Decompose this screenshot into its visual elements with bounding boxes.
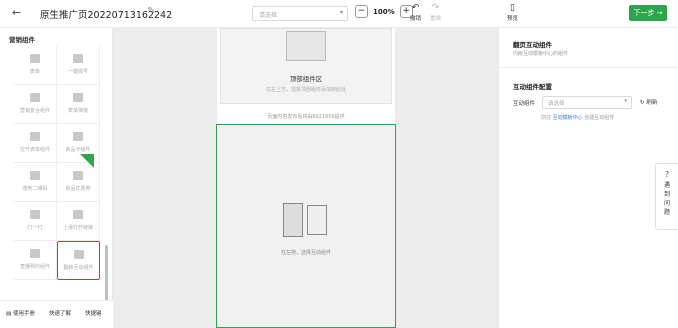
component-qrcode[interactable]: 落地二维码 [14,163,57,202]
tap-icon [30,210,40,219]
select-placeholder: 请选择 [548,101,565,107]
question-icon: ? [664,170,670,179]
pull-icon [30,132,40,141]
top-area-hint: 在左上方，选择顶部组件添加到此处 [265,87,346,93]
interactive-placeholder-icon [281,201,331,241]
component-swipe-link[interactable]: 上滑打开链接 [57,202,100,241]
swipe-icon [73,210,83,219]
undo-label: 撤销 [410,16,422,22]
component-live-booking[interactable]: 直播预约组件 [14,241,57,280]
component-panel: 营销组件 表单 一键拨号 营销复合组件 表单弹窗 拉升表单组件 商品卡组件 落地… [0,28,113,328]
page-select[interactable]: 请选择 ▾ [252,6,348,21]
form-icon [30,54,40,63]
manual-link[interactable]: ▤ 使用手册 [6,309,35,317]
undo-icon: ↶ [411,3,420,13]
coupon-icon [73,171,83,180]
top-component-area[interactable]: 顶部组件区 在左上方，选择顶部组件添加到此处 [220,28,392,104]
interactive-component-area[interactable]: 在左侧，选择互动组件 [216,124,396,328]
live-icon [30,249,40,258]
cart-icon [30,93,40,102]
edit-pencil-icon[interactable]: ✎ [147,6,155,17]
component-flip-interactive[interactable]: 翻转互动组件 [57,241,100,280]
template-center-link[interactable]: 互动模板中心 [553,115,583,121]
component-pull-form[interactable]: 拉升表单组件 [14,124,57,163]
component-tap[interactable]: 打一打 [14,202,57,241]
chevron-down-icon: ▾ [624,98,627,104]
panel-subheading: 内嵌互动模板中心的组件 [513,51,569,57]
book-icon: ▤ [6,311,13,317]
zoom-value: 100% [373,7,395,16]
panel-title: 营销组件 [9,36,35,44]
panel-scrollbar[interactable] [105,245,108,305]
component-coupon[interactable]: 商品优惠券 [57,163,100,202]
create-hint: 前往 互动模板中心 创建互动组件 [541,115,615,121]
flip-icon [73,250,84,259]
help-tab[interactable]: ? 遇到问题 [655,163,678,230]
shortcut-link[interactable]: 快捷键 [85,309,102,317]
component-call[interactable]: 一键拨号 [57,46,100,85]
field-label: 互动组件 [513,101,536,107]
page-left-icon [283,203,303,237]
redo-button[interactable]: ↷ 重做 [430,3,441,22]
zoom-control: − 100% + [355,5,413,18]
page-select-placeholder: 请选择 [259,12,278,19]
phone-call-icon [73,54,83,63]
chevron-down-icon: ▾ [339,9,343,16]
canvas-notice: 页面内容发布后将由6021656提供 [267,114,345,120]
property-panel: 翻页互动组件 内嵌互动模板中心的组件 互动组件配置 互动组件 [498,28,678,328]
component-form-popup[interactable]: 表单弹窗 [57,85,100,124]
top-area-title: 顶部组件区 [289,75,323,83]
popup-icon [73,93,83,102]
main-area-hint: 在左侧，选择互动组件 [280,250,331,256]
phone-icon: ▯ [510,3,515,13]
panel-heading: 翻页互动组件 [513,41,552,49]
next-step-button[interactable]: 下一步 → [629,5,667,21]
refresh-button[interactable]: ↻ 刷新 [640,98,657,106]
interactive-component-select[interactable]: 请选择 ▾ [542,96,632,109]
redo-icon: ↷ [431,3,440,13]
component-form[interactable]: 表单 [14,46,57,85]
help-label: 遇到问题 [663,182,670,216]
preview-button[interactable]: ▯ 预览 [507,3,518,22]
redo-label: 重做 [430,16,442,22]
config-heading: 互动组件配置 [513,83,552,91]
panel-footer: ▤ 使用手册 快速了解 快捷键 [0,300,113,328]
preview-label: 预览 [507,16,519,22]
learn-link[interactable]: 快速了解 [49,309,71,317]
qrcode-icon [30,171,40,180]
component-composite[interactable]: 营销复合组件 [14,85,57,124]
top-toolbar: ← 原生推广页20220713162242 ✎ 请选择 ▾ − 100% + ↶… [0,0,678,28]
image-placeholder-icon [286,31,326,61]
divider [499,67,678,68]
product-icon [73,132,83,141]
arrow-left-icon[interactable]: ← [12,6,21,19]
undo-button[interactable]: ↶ 撤销 [410,3,421,22]
zoom-out-button[interactable]: − [355,5,368,18]
page-right-icon [307,205,327,235]
